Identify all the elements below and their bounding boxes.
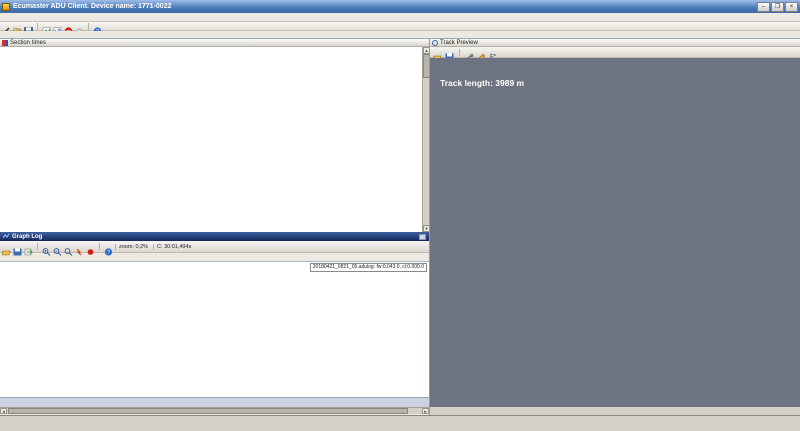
vertical-scrollbar[interactable]: ▲ ▼ xyxy=(422,47,429,232)
app-window: Ecumaster ADU Client. Device name: 1771-… xyxy=(0,0,800,431)
graph-log-toolbar: ? zoom: 0,2% C: 30:01,494s xyxy=(0,241,429,253)
main-tab-bar xyxy=(0,31,800,39)
section-times-panel: Section times ▲ ▼ xyxy=(0,39,429,232)
save-icon[interactable] xyxy=(13,243,22,251)
close-button[interactable]: × xyxy=(785,2,798,12)
toolbar-separator xyxy=(99,243,100,250)
graph-log-header: Graph Log xyxy=(0,232,429,241)
scroll-thumb[interactable] xyxy=(8,408,408,414)
toolbar-separator xyxy=(88,23,89,30)
main-toolbar: ? xyxy=(0,22,800,31)
toolbar-separator xyxy=(37,243,38,250)
export-icon[interactable] xyxy=(24,243,33,251)
window-title: Ecumaster ADU Client. Device name: 1771-… xyxy=(13,3,756,10)
panel-maximize-icon[interactable] xyxy=(419,234,426,240)
open-folder-icon[interactable] xyxy=(13,22,22,30)
pen-icon[interactable] xyxy=(2,22,11,30)
tool-icon[interactable] xyxy=(465,48,474,56)
save-icon[interactable] xyxy=(24,22,33,30)
graph-log-title: Graph Log xyxy=(12,234,42,240)
left-pane: Section times ▲ ▼ Graph Log xyxy=(0,39,429,415)
open-folder-icon[interactable] xyxy=(2,243,11,251)
disconnect-icon[interactable] xyxy=(64,22,73,30)
toolbar-separator xyxy=(37,23,38,30)
cursor-time-label: C: 30:01,494s xyxy=(153,244,194,250)
zoom-out-icon[interactable] xyxy=(53,243,62,251)
app-icon xyxy=(2,3,10,11)
toolbar-separator xyxy=(459,49,460,56)
status-bar xyxy=(0,415,800,431)
graph-log-panel: Graph Log ? zoom: 0,2% C: 30:01,494s xyxy=(0,232,429,415)
settings-gear-icon[interactable] xyxy=(75,22,84,30)
section-times-icon xyxy=(2,40,8,46)
scroll-right-arrow[interactable]: ► xyxy=(422,408,429,414)
track-canvas[interactable]: Track length: 3989 m xyxy=(430,58,800,407)
maximize-button[interactable]: ❐ xyxy=(771,2,784,12)
time-axis xyxy=(0,397,429,407)
flag-icon[interactable] xyxy=(489,48,498,56)
scroll-left-arrow[interactable]: ◄ xyxy=(0,408,7,414)
help-icon[interactable]: ? xyxy=(93,22,102,30)
svg-text:?: ? xyxy=(107,250,110,256)
log-file-tooltip: 20180421_0821_05.adulog: fw:0.043.0, cl:… xyxy=(310,263,427,272)
track-preview-title: Track Preview xyxy=(440,40,478,46)
track-preview-header: Track Preview xyxy=(430,39,800,47)
menu-bar xyxy=(0,13,800,22)
graph-plot-area[interactable]: 20180421_0821_05.adulog: fw:0.043.0, cl:… xyxy=(0,262,429,397)
help-icon[interactable]: ? xyxy=(104,243,113,251)
export-log-icon[interactable] xyxy=(53,22,62,30)
graph-log-icon xyxy=(3,233,9,241)
horizontal-scrollbar[interactable]: ◄ ► xyxy=(0,407,429,414)
record-icon[interactable] xyxy=(86,243,95,251)
pencil-icon[interactable] xyxy=(477,48,486,56)
zoom-level-label: zoom: 0,2% xyxy=(115,244,151,250)
zoom-fit-icon[interactable] xyxy=(64,243,73,251)
save-icon[interactable] xyxy=(445,48,454,56)
clear-icon[interactable] xyxy=(75,243,84,251)
import-log-icon[interactable] xyxy=(42,22,51,30)
title-bar: Ecumaster ADU Client. Device name: 1771-… xyxy=(0,0,800,13)
section-times-header: Section times xyxy=(0,39,429,47)
minimize-button[interactable]: – xyxy=(757,2,770,12)
track-length-label: Track length: 3989 m xyxy=(440,78,524,88)
open-folder-icon[interactable] xyxy=(433,48,442,56)
zoom-in-icon[interactable] xyxy=(42,243,51,251)
track-preview-panel: Track Preview Track length: 3989 m xyxy=(429,39,800,415)
track-preview-icon xyxy=(432,40,438,46)
track-preview-toolbar xyxy=(430,47,800,58)
section-times-title: Section times xyxy=(10,40,46,46)
